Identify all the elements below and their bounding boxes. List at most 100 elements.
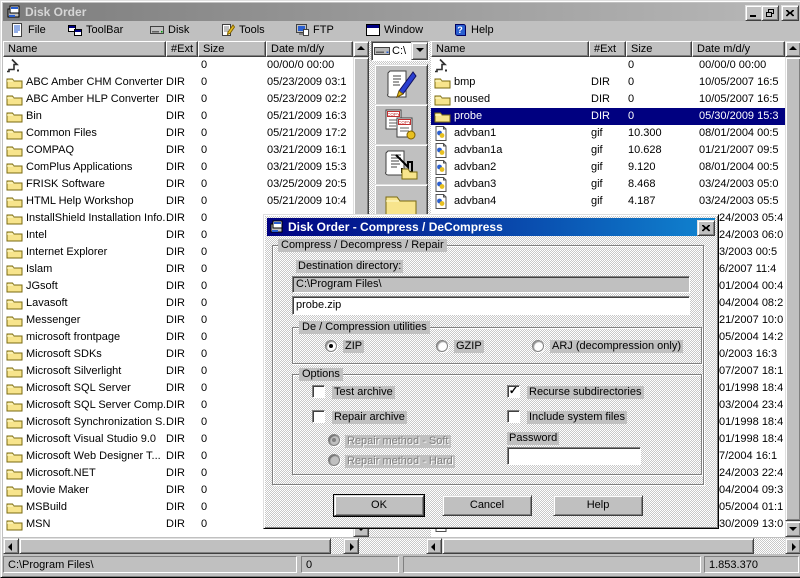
cell-name: Bin [26,110,165,123]
cancel-button[interactable]: Cancel [442,495,532,516]
cell-size: 0 [628,59,697,72]
cell-name: Movie Maker [26,484,165,497]
menu-item-disk[interactable]: Disk [148,22,191,38]
right-header-size[interactable]: Size [626,41,692,57]
ok-button[interactable]: OK [334,495,424,516]
arj-radio[interactable] [532,340,544,352]
file-row[interactable]: COMPAQDIR003/21/2009 16:1 [3,142,353,159]
edit-button[interactable] [374,64,428,106]
right-scroll-left-button[interactable] [426,538,442,554]
cell-name: Microsoft SQL Server [26,382,165,395]
copy-button[interactable] [374,104,428,146]
right-scroll-up-button[interactable] [785,41,800,57]
left-scroll-right-button[interactable] [343,538,359,554]
menu-item-tools[interactable]: Tools [219,22,267,38]
repair-archive-checkbox[interactable] [312,410,325,423]
file-row[interactable]: advban4gif4.18703/24/2003 05:5 [431,193,785,210]
folder-icon [434,75,451,90]
left-header-name[interactable]: Name [3,41,166,57]
folder-icon [6,432,23,447]
right-header-name[interactable]: Name [431,41,589,57]
left-arrow-icon [431,543,435,551]
recurse-subdirectories-checkbox[interactable] [507,385,520,398]
include-system-files-label[interactable]: Include system files [527,411,627,424]
gzip-radio[interactable] [436,340,448,352]
repair-archive-label[interactable]: Repair archive [332,411,407,424]
right-vscrollbar[interactable] [785,41,800,537]
menu-item-file[interactable]: File [8,22,48,38]
toolbar-icon [68,23,82,37]
cell-size: 9.120 [628,161,697,174]
file-row[interactable]: probeDIR005/30/2009 15:3 [431,108,785,125]
drive-dropdown-button[interactable] [411,42,428,60]
folder-icon [6,262,23,277]
include-system-files-checkbox[interactable] [507,410,520,423]
file-row[interactable]: FRISK SoftwareDIR003/25/2009 20:5 [3,176,353,193]
copy-icon [384,109,418,141]
zip-radio-label[interactable]: ZIP [343,340,364,353]
recurse-subdirectories-label[interactable]: Recurse subdirectories [527,386,644,399]
file-row[interactable]: BinDIR005/21/2009 16:3 [3,108,353,125]
gzip-radio-label[interactable]: GZIP [454,340,484,353]
file-row[interactable]: Common FilesDIR005/21/2009 17:2 [3,125,353,142]
move-button[interactable] [374,144,428,186]
left-scroll-up-button[interactable] [353,41,369,57]
cell-name: noused [454,93,589,106]
right-header-date[interactable]: Date m/d/y [692,41,785,57]
file-row[interactable]: HTML Help WorkshopDIR005/21/2009 10:4 [3,193,353,210]
archive-name-input[interactable]: probe.zip [292,296,690,315]
test-archive-checkbox[interactable] [312,385,325,398]
arj-radio-label[interactable]: ARJ (decompression only) [550,340,683,353]
file-row[interactable]: ComPlus ApplicationsDIR003/21/2009 15:3 [3,159,353,176]
file-row[interactable]: bmpDIR010/05/2007 16:5 [431,74,785,91]
image-icon [434,143,448,158]
image-icon [434,160,448,175]
right-vscroll-thumb[interactable] [785,57,800,521]
file-row[interactable]: ABC Amber HLP ConverterDIR005/23/2009 02… [3,91,353,108]
cell-date: 03/24/2003 05:5 [699,195,785,208]
left-header-size[interactable]: Size [198,41,266,57]
cell-date: 08/01/2004 00:5 [699,127,785,140]
cell-name: ComPlus Applications [26,161,165,174]
cell-ext: DIR [166,467,199,480]
help-button[interactable]: Help [553,495,643,516]
folder-icon [6,228,23,243]
menu-item-ftp[interactable]: FTP [293,22,336,38]
file-row[interactable] [3,533,353,537]
cell-date: 03/21/2009 15:3 [267,161,353,174]
file-row[interactable]: advban1gif10.30008/01/2004 00:5 [431,125,785,142]
test-archive-label[interactable]: Test archive [332,386,395,399]
file-row[interactable]: ABC Amber CHM ConverterDIR005/23/2009 03… [3,74,353,91]
file-row[interactable]: 000/00/0 00:00 [431,57,785,74]
repair-method-soft-radio [328,434,340,446]
zip-radio[interactable] [325,340,337,352]
drive-selector[interactable]: C:\ [371,41,429,61]
file-row[interactable]: 000/00/0 00:00 [3,57,353,74]
right-hscrollbar[interactable] [426,538,800,554]
file-row[interactable]: advban3gif8.46803/24/2003 05:0 [431,176,785,193]
right-scroll-right-button[interactable] [785,538,800,554]
menu-item-window[interactable]: Window [364,22,425,38]
menu-item-toolbar[interactable]: ToolBar [66,22,125,38]
restore-button[interactable] [761,5,779,21]
file-row[interactable]: advban1agif10.62801/21/2007 09:5 [431,142,785,159]
right-hscroll-thumb[interactable] [442,538,754,554]
left-scroll-left-button[interactable] [3,538,19,554]
close-button[interactable] [781,5,799,21]
dialog-close-button[interactable] [697,220,715,236]
left-header-date[interactable]: Date m/d/y [266,41,353,57]
cell-size: 0 [201,76,265,89]
repair-method-soft-label: Repair method - Soft [345,435,451,448]
password-input[interactable] [507,447,641,465]
left-hscroll-thumb[interactable] [19,538,331,554]
left-header-ext[interactable]: #Ext [166,41,198,57]
repair-method-hard-radio [328,454,340,466]
left-hscrollbar[interactable] [3,538,359,554]
folder-icon [434,109,451,124]
file-row[interactable]: advban2gif9.12008/01/2004 00:5 [431,159,785,176]
right-header-ext[interactable]: #Ext [589,41,626,57]
right-scroll-down-button[interactable] [785,521,800,537]
cell-size: 0 [201,450,265,463]
file-row[interactable]: nousedDIR010/05/2007 16:5 [431,91,785,108]
menu-item-help[interactable]: Help [451,22,496,38]
